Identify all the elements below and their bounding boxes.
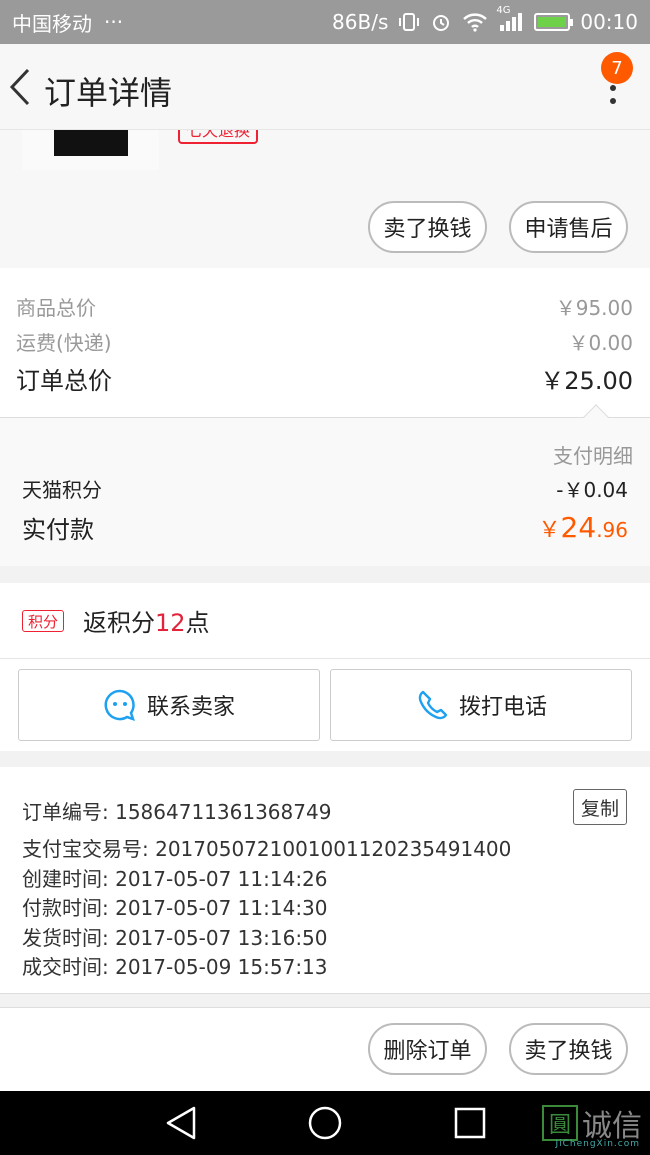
bottom-action-bar: 删除订单 卖了换钱: [0, 1007, 650, 1091]
tmall-points-label: 天猫积分: [22, 478, 102, 502]
shipped-time: 发货时间: 2017-05-07 13:16:50: [22, 926, 328, 950]
copy-button[interactable]: 复制: [573, 789, 627, 825]
watermark-mark: 圓: [542, 1105, 578, 1141]
nav-home-icon[interactable]: [307, 1105, 343, 1141]
nav-recents-icon[interactable]: [454, 1107, 486, 1139]
paid-time: 付款时间: 2017-05-07 11:14:30: [22, 896, 328, 920]
phone-icon: [418, 690, 448, 720]
points-return-text: 返积分12点: [83, 609, 210, 637]
product-section: 七天退换 卖了换钱 申请售后: [0, 130, 650, 268]
app-header: 订单详情 7: [0, 44, 650, 130]
call-phone-button[interactable]: 拨打电话: [330, 669, 632, 741]
actual-paid-label: 实付款: [22, 516, 94, 544]
return-policy-tag: 七天退换: [178, 130, 259, 144]
order-number: 订单编号: 15864711361368749: [22, 800, 332, 824]
signal-icon: 4G: [496, 5, 524, 33]
actual-paid-value: ￥24.96: [538, 511, 628, 544]
sell-for-cash-bottom-button[interactable]: 卖了换钱: [509, 1023, 628, 1075]
sell-for-cash-button[interactable]: 卖了换钱: [368, 201, 487, 253]
network-type: 4G: [496, 5, 511, 16]
chat-bubble-icon: [104, 689, 135, 721]
back-button[interactable]: [6, 66, 36, 108]
notification-badge: 7: [601, 52, 633, 84]
points-return-row: 积分 返积分12点: [0, 583, 650, 659]
goods-total-label: 商品总价: [16, 296, 96, 320]
payment-detail: 支付明细 天猫积分 -￥0.04 实付款 ￥24.96: [0, 404, 650, 566]
shipping-value: ￥0.00: [568, 331, 633, 355]
vibrate-icon: [398, 11, 420, 33]
wifi-icon: [462, 12, 488, 32]
contact-actions: 联系卖家 拨打电话: [0, 659, 650, 751]
after-sales-button[interactable]: 申请售后: [509, 201, 628, 253]
carrier-label: 中国移动: [12, 11, 92, 36]
network-speed: 86B/s: [332, 10, 389, 34]
contact-seller-label: 联系卖家: [146, 695, 235, 720]
price-summary: 商品总价 ￥95.00 运费(快递) ￥0.00 订单总价 ￥25.00: [0, 268, 650, 418]
created-time: 创建时间: 2017-05-07 11:14:26: [22, 867, 328, 891]
page-title: 订单详情: [44, 74, 173, 112]
points-count: 12: [155, 609, 186, 637]
call-phone-label: 拨打电话: [458, 695, 547, 720]
notification-dots: ···: [104, 10, 124, 34]
system-nav-bar: 圓 诚信 JiChengXin.com: [0, 1091, 650, 1155]
order-info: 订单编号: 15864711361368749 复制 支付宝交易号: 20170…: [0, 767, 650, 994]
contact-seller-button[interactable]: 联系卖家: [18, 669, 320, 741]
completed-time: 成交时间: 2017-05-09 15:57:13: [22, 955, 328, 979]
chevron-left-icon: [9, 68, 30, 106]
alarm-icon: [430, 11, 452, 33]
delete-order-button[interactable]: 删除订单: [368, 1023, 487, 1075]
product-thumbnail[interactable]: [22, 130, 159, 170]
clock: 00:10: [580, 10, 638, 34]
shipping-label: 运费(快递): [16, 331, 112, 355]
order-total-label: 订单总价: [16, 367, 112, 395]
goods-total-value: ￥95.00: [555, 296, 633, 320]
payment-detail-label: 支付明细: [553, 444, 633, 468]
tmall-points-value: -￥0.04: [556, 478, 628, 502]
watermark-subtext: JiChengXin.com: [555, 1139, 640, 1149]
nav-back-icon[interactable]: [164, 1105, 198, 1141]
order-total-value: ￥25.00: [540, 367, 633, 395]
battery-icon: [534, 13, 574, 31]
alipay-transaction-number: 支付宝交易号: 2017050721001001120235491400: [22, 837, 512, 861]
status-bar: 中国移动 ··· 86B/s 4G 00:10: [0, 0, 650, 44]
points-tag: 积分: [22, 610, 64, 632]
